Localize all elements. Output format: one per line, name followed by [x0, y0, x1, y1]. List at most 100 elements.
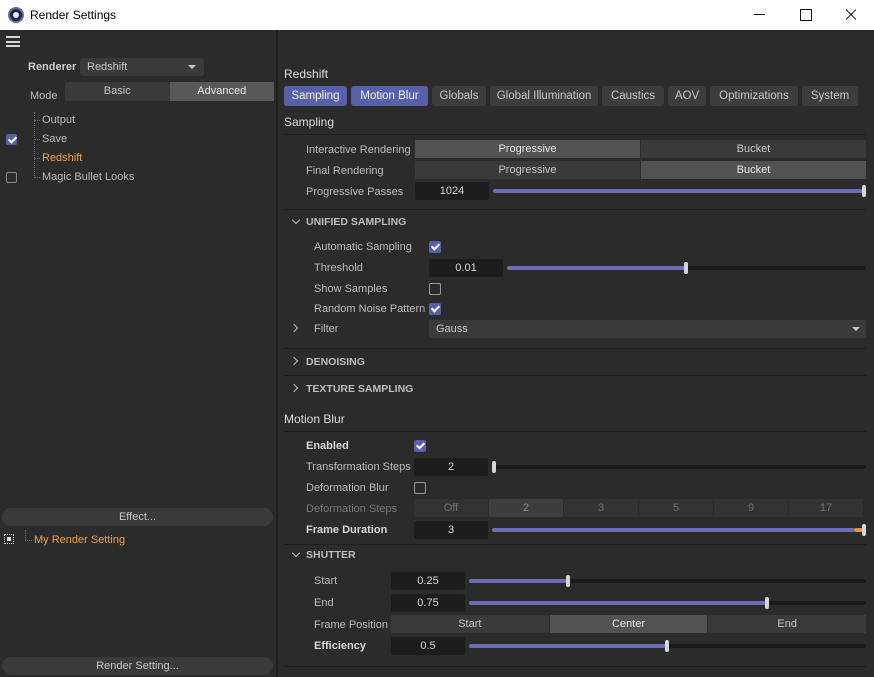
- tree-item-save[interactable]: Save: [42, 130, 67, 148]
- chevron-right-icon[interactable]: [289, 323, 299, 333]
- render-setting-item[interactable]: My Render Setting: [34, 532, 125, 548]
- transformation-steps-slider[interactable]: [492, 461, 866, 473]
- progressive-passes-slider[interactable]: [493, 185, 866, 197]
- filter-dropdown[interactable]: Gauss: [429, 320, 866, 338]
- random-noise-pattern-label: Random Noise Pattern: [314, 303, 426, 315]
- slider-handle[interactable]: [765, 597, 769, 609]
- deformation-steps-label: Deformation Steps: [306, 503, 398, 515]
- deformation-steps-off[interactable]: Off: [414, 499, 489, 517]
- frame-position-center[interactable]: Center: [549, 615, 709, 633]
- final-bucket-option[interactable]: Bucket: [641, 161, 866, 179]
- chevron-right-icon[interactable]: [289, 383, 299, 393]
- deformation-steps-3[interactable]: 3: [564, 499, 639, 517]
- tab-global-illumination[interactable]: Global Illumination: [490, 86, 598, 106]
- automatic-sampling-label: Automatic Sampling: [314, 241, 412, 253]
- tab-sampling[interactable]: Sampling: [284, 86, 347, 106]
- show-samples-label: Show Samples: [314, 283, 388, 295]
- filter-value: Gauss: [436, 323, 468, 335]
- cinema4d-app-icon: [8, 7, 24, 23]
- tab-motion-blur[interactable]: Motion Blur: [351, 86, 428, 106]
- threshold-input[interactable]: 0.01: [429, 259, 503, 277]
- deformation-steps-2[interactable]: 2: [489, 499, 564, 517]
- chevron-down-icon[interactable]: [291, 548, 301, 558]
- tab-globals[interactable]: Globals: [432, 86, 486, 106]
- left-panel: Renderer Redshift Mode Basic Advanced Ou…: [0, 30, 276, 677]
- frame-position-end[interactable]: End: [708, 615, 866, 633]
- maximize-button[interactable]: [782, 0, 828, 30]
- tab-system[interactable]: System: [802, 86, 858, 106]
- progressive-passes-label: Progressive Passes: [306, 186, 404, 198]
- shutter-end-input[interactable]: 0.75: [391, 594, 465, 612]
- save-checkbox[interactable]: [6, 134, 17, 145]
- interactive-bucket-option[interactable]: Bucket: [641, 140, 866, 158]
- chevron-down-icon: [188, 65, 196, 69]
- deformation-steps-toggle: Off 2 3 5 9 17: [414, 499, 863, 517]
- motion-blur-section-header: Motion Blur: [284, 412, 345, 426]
- mode-toggle: Basic Advanced: [65, 82, 274, 101]
- tab-optimizations[interactable]: Optimizations: [710, 86, 798, 106]
- chevron-right-icon[interactable]: [289, 356, 299, 366]
- enabled-checkbox[interactable]: [414, 440, 426, 452]
- tree-item-magic-bullet-looks[interactable]: Magic Bullet Looks: [42, 168, 134, 186]
- slider-handle[interactable]: [684, 262, 688, 274]
- mode-advanced-button[interactable]: Advanced: [169, 82, 274, 101]
- tab-aov[interactable]: AOV: [668, 86, 706, 106]
- frame-duration-slider[interactable]: [492, 524, 866, 536]
- final-rendering-label: Final Rendering: [306, 165, 384, 177]
- slider-handle[interactable]: [862, 524, 866, 536]
- minimize-button[interactable]: [736, 0, 782, 30]
- efficiency-slider[interactable]: [469, 640, 866, 652]
- interactive-rendering-toggle: Progressive Bucket: [415, 140, 866, 158]
- frame-duration-input[interactable]: 3: [414, 521, 488, 539]
- render-setting-button[interactable]: Render Setting...: [2, 657, 273, 675]
- chevron-down-icon[interactable]: [291, 215, 301, 225]
- frame-position-start[interactable]: Start: [391, 615, 550, 633]
- final-progressive-option[interactable]: Progressive: [415, 161, 641, 179]
- slider-handle[interactable]: [862, 185, 866, 197]
- expand-icon[interactable]: [4, 534, 14, 544]
- deformation-steps-17[interactable]: 17: [789, 499, 863, 517]
- renderer-value: Redshift: [87, 61, 128, 73]
- slider-handle[interactable]: [566, 575, 570, 587]
- interactive-progressive-option[interactable]: Progressive: [415, 140, 641, 158]
- texture-sampling-header[interactable]: TEXTURE SAMPLING: [306, 381, 413, 397]
- efficiency-input[interactable]: 0.5: [391, 637, 465, 655]
- transformation-steps-input[interactable]: 2: [414, 458, 488, 476]
- show-samples-checkbox[interactable]: [429, 283, 441, 295]
- slider-handle[interactable]: [665, 640, 669, 652]
- shutter-start-input[interactable]: 0.25: [391, 572, 465, 590]
- shutter-start-label: Start: [314, 575, 338, 587]
- threshold-label: Threshold: [314, 262, 363, 274]
- shutter-end-slider[interactable]: [469, 597, 866, 609]
- tab-caustics[interactable]: Caustics: [602, 86, 664, 106]
- effect-button[interactable]: Effect...: [2, 508, 273, 526]
- filter-label: Filter: [314, 323, 339, 335]
- mode-basic-button[interactable]: Basic: [65, 82, 170, 101]
- panel-title: Redshift: [284, 67, 329, 81]
- close-button[interactable]: [828, 0, 874, 30]
- final-rendering-toggle: Progressive Bucket: [415, 161, 866, 179]
- shutter-header[interactable]: SHUTTER: [306, 547, 356, 563]
- unified-sampling-header[interactable]: UNIFIED SAMPLING: [306, 214, 406, 230]
- random-noise-pattern-checkbox[interactable]: [429, 303, 441, 315]
- tree-item-output[interactable]: Output: [42, 111, 75, 129]
- tree-item-redshift[interactable]: Redshift: [42, 149, 82, 167]
- shutter-start-slider[interactable]: [469, 575, 866, 587]
- denoising-header[interactable]: DENOISING: [306, 354, 365, 370]
- threshold-slider[interactable]: [507, 262, 866, 274]
- automatic-sampling-checkbox[interactable]: [429, 241, 441, 253]
- shutter-end-label: End: [314, 597, 334, 609]
- hamburger-menu-icon[interactable]: [6, 36, 20, 47]
- right-panel: Redshift Sampling Motion Blur Globals Gl…: [278, 30, 874, 677]
- deformation-blur-checkbox[interactable]: [414, 482, 426, 494]
- frame-duration-label: Frame Duration: [306, 524, 388, 536]
- magic-bullet-checkbox[interactable]: [6, 172, 17, 183]
- chevron-down-icon: [852, 327, 860, 331]
- deformation-steps-5[interactable]: 5: [639, 499, 714, 517]
- slider-handle[interactable]: [492, 461, 496, 473]
- renderer-dropdown[interactable]: Redshift: [80, 58, 204, 76]
- deformation-steps-9[interactable]: 9: [714, 499, 789, 517]
- deformation-blur-label: Deformation Blur: [306, 482, 389, 494]
- progressive-passes-input[interactable]: 1024: [415, 182, 489, 200]
- renderer-label: Renderer: [28, 61, 77, 73]
